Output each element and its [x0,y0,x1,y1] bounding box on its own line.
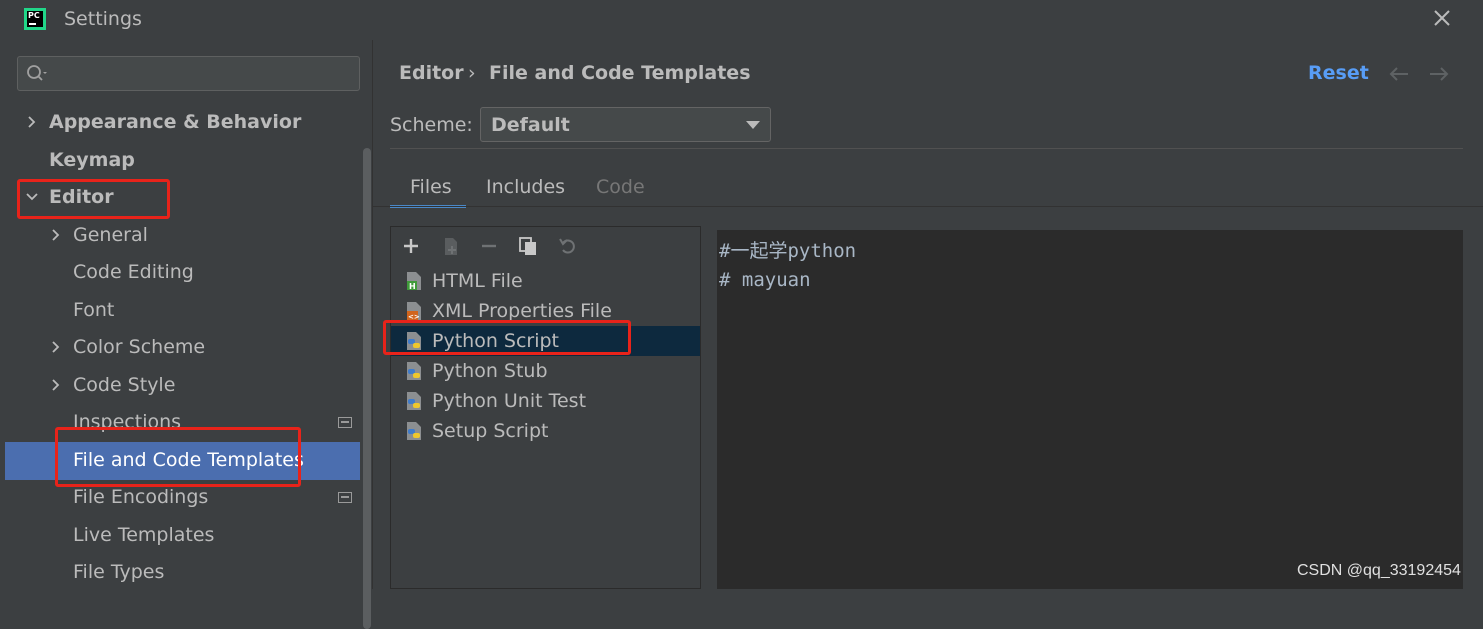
forward-arrow-icon[interactable] [1427,64,1451,84]
project-settings-icon [338,417,352,428]
back-arrow-icon[interactable] [1387,64,1411,84]
sidebar-item-label: Color Scheme [73,336,206,358]
svg-text:H: H [409,282,416,291]
sidebar-item-code-editing[interactable]: Code Editing [73,256,333,288]
tab-includes[interactable]: Includes [486,176,565,198]
sidebar-item-label: Inspections [73,411,182,433]
remove-icon[interactable] [478,235,500,257]
chevron-right-icon [52,341,60,353]
duplicate-icon[interactable] [517,235,539,257]
sidebar-item-file-and-code-templates[interactable]: File and Code Templates [73,444,353,476]
html-file-icon: H [407,272,421,291]
sidebar-item-keymap[interactable]: Keymap [49,144,339,176]
list-item[interactable]: <> XML Properties File [391,296,700,326]
breadcrumb-separator: › [468,62,476,84]
code-line: #一起学python [719,240,857,262]
sidebar-item-label: General [73,224,148,246]
list-item[interactable]: Python Unit Test [391,386,700,416]
svg-text:<>: <> [408,313,420,321]
sidebar-item-appearance-behavior[interactable]: Appearance & Behavior [25,106,345,138]
panel-splitter[interactable] [701,226,717,589]
app-logo-text: PC [28,11,40,20]
tab-files[interactable]: Files [410,176,452,198]
chevron-right-icon [28,116,36,128]
scheme-dropdown-value: Default [491,114,570,136]
sidebar-item-label: Appearance & Behavior [49,111,302,133]
list-item-label: HTML File [432,270,523,292]
sidebar-item-inspections[interactable]: Inspections [73,406,333,438]
sidebar-item-editor[interactable]: Editor [25,181,345,213]
sidebar-item-label: File Types [73,561,165,583]
template-list-panel: H HTML File <> XML Properties File Pytho… [390,226,701,589]
dropdown-arrow-icon [746,121,760,129]
breadcrumb-parent[interactable]: Editor [399,62,464,84]
chevron-down-icon [26,193,38,201]
sidebar-item-color-scheme[interactable]: Color Scheme [49,331,349,363]
sidebar-item-file-types[interactable]: File Types [73,556,333,588]
close-icon[interactable] [1430,6,1454,30]
template-editor[interactable]: #一起学python # mayuan [717,230,1463,589]
copy-template-icon[interactable] [440,235,462,257]
search-icon [27,65,47,81]
sidebar-item-code-style[interactable]: Code Style [49,369,349,401]
chevron-right-icon [52,229,60,241]
list-item-label: Setup Script [432,420,549,442]
pycharm-logo-icon: PC [24,8,46,30]
add-icon[interactable] [400,235,422,257]
chevron-right-icon [52,379,60,391]
sidebar-item-label: Live Templates [73,524,215,546]
project-settings-icon [338,492,352,503]
sidebar-item-label: Keymap [49,149,135,171]
watermark-text: CSDN @qq_33192454 [1297,562,1461,579]
list-item-label: Python Script [432,330,560,352]
sidebar-item-label: Font [73,299,115,321]
sidebar-scrollbar[interactable] [363,148,371,629]
sidebar-item-live-templates[interactable]: Live Templates [73,519,333,551]
sidebar-item-label: Code Style [73,374,176,396]
list-item[interactable]: H HTML File [391,266,700,296]
sidebar-item-file-encodings[interactable]: File Encodings [73,481,333,513]
sidebar-item-label: Code Editing [73,261,194,283]
sidebar-item-label: File and Code Templates [73,449,304,471]
list-item-label: Python Unit Test [432,390,587,412]
list-item-label: XML Properties File [432,300,612,322]
tab-bar-border [373,206,1483,207]
xml-file-icon: <> [407,302,421,321]
settings-content: Editor › File and Code Templates Reset S… [372,40,1483,589]
revert-icon[interactable] [557,235,579,257]
list-item-label: Python Stub [432,360,548,382]
divider [390,148,1463,149]
tab-bar: Files Includes Code [373,168,1483,208]
scheme-label: Scheme: [390,114,473,136]
page-title: File and Code Templates [489,62,751,84]
python-file-icon [407,362,421,380]
sidebar-item-label: File Encodings [73,486,209,508]
title-bar: PC Settings [0,0,1483,40]
tab-code[interactable]: Code [596,176,645,198]
list-item[interactable]: Setup Script [391,416,700,446]
sidebar-item-general[interactable]: General [49,219,349,251]
reset-button[interactable]: Reset [1308,62,1369,84]
settings-sidebar: Appearance & Behavior Keymap Editor Gene… [5,40,372,629]
python-file-icon [407,332,421,350]
python-file-icon [407,422,421,440]
sidebar-item-font[interactable]: Font [73,294,333,326]
python-file-icon [407,392,421,410]
scheme-dropdown[interactable]: Default [480,107,771,142]
search-input[interactable] [17,56,360,91]
list-item[interactable]: Python Script [391,326,700,356]
sidebar-item-label: Editor [49,186,114,208]
window-title: Settings [64,8,142,30]
list-item[interactable]: Python Stub [391,356,700,386]
code-line: # mayuan [719,269,811,291]
